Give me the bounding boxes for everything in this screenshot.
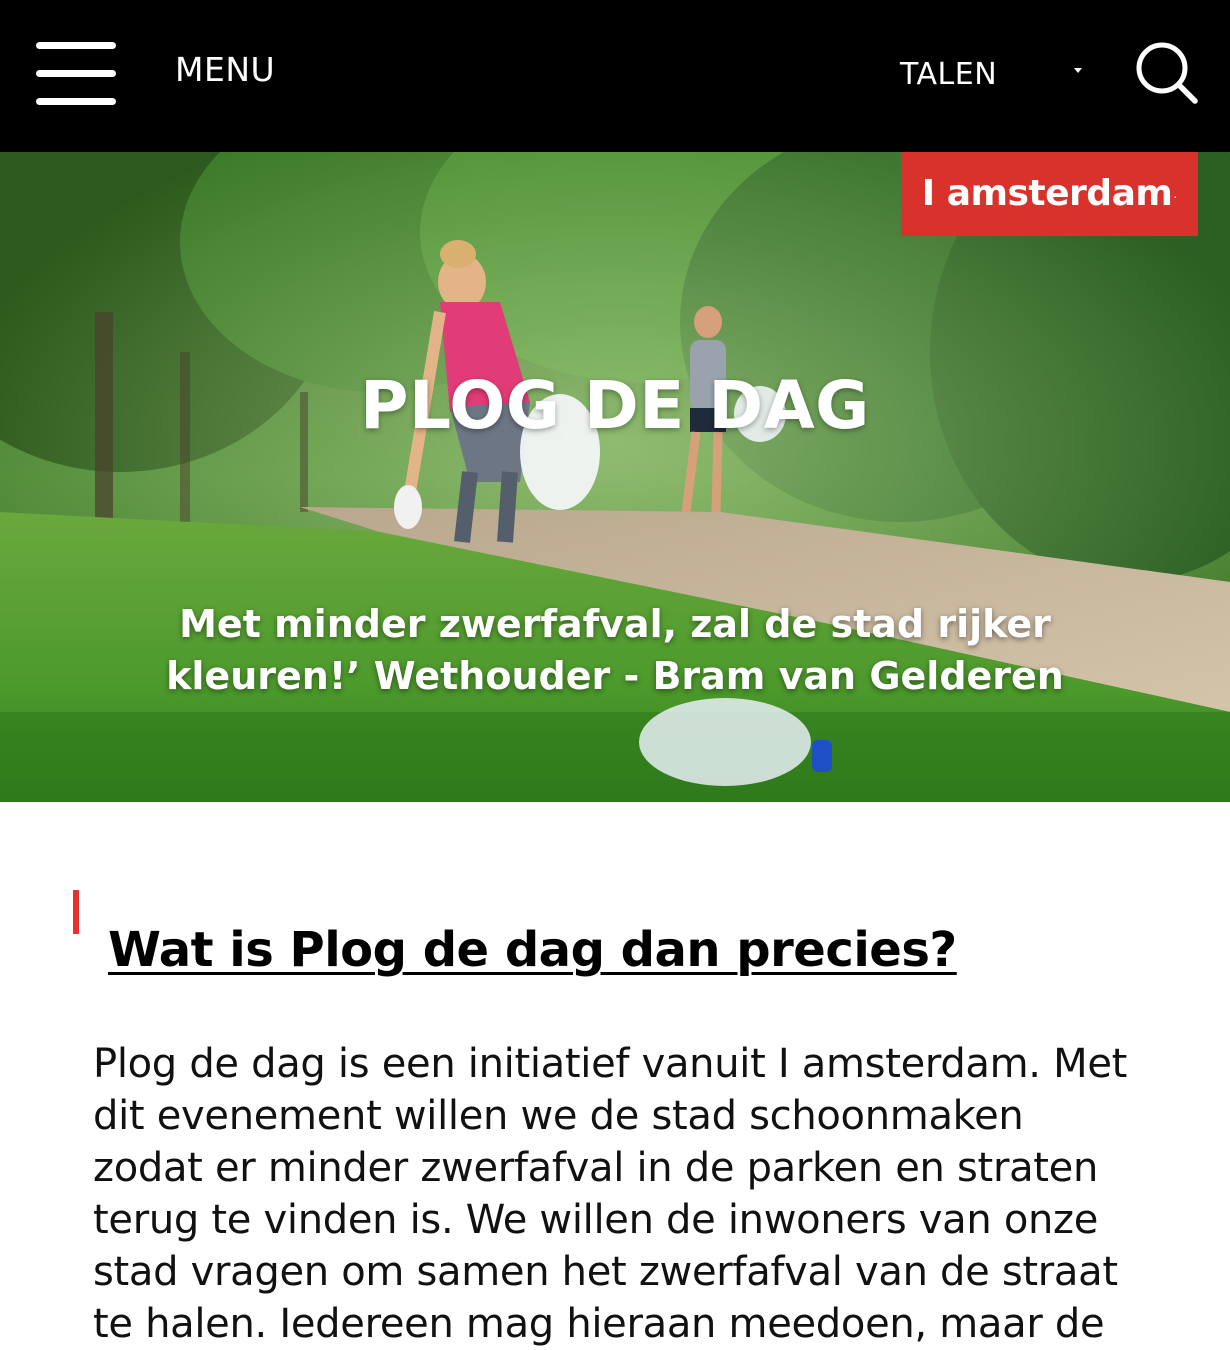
hero-background-image bbox=[0, 152, 1230, 802]
section-heading-link[interactable]: Wat is Plog de dag dan precies? bbox=[108, 918, 957, 982]
article-content: Wat is Plog de dag dan precies? Plog de … bbox=[0, 802, 1230, 1347]
i-amsterdam-logo[interactable]: I amsterdam. bbox=[901, 152, 1198, 236]
language-dropdown[interactable]: TALEN bbox=[900, 56, 1090, 96]
hamburger-line bbox=[36, 70, 116, 77]
hero-banner: I amsterdam. PLOG DE DAG Met minder zwer… bbox=[0, 152, 1230, 802]
caret-down-icon bbox=[1074, 68, 1082, 73]
brand-name: I amsterdam bbox=[921, 173, 1173, 214]
hamburger-line bbox=[36, 42, 116, 49]
hamburger-icon[interactable] bbox=[36, 42, 116, 106]
hamburger-line bbox=[36, 98, 116, 105]
top-navigation-bar: MENU TALEN bbox=[0, 0, 1230, 152]
search-icon bbox=[1136, 42, 1198, 104]
hero-title: PLOG DE DAG bbox=[360, 367, 870, 445]
article-body-text: Plog de dag is een initiatief vanuit I a… bbox=[93, 1041, 1128, 1347]
heading-accent-bar bbox=[73, 890, 79, 934]
brand-trademark: . bbox=[1173, 187, 1178, 201]
menu-button[interactable]: MENU bbox=[175, 51, 275, 89]
hero-quote: Met minder zwerfafval, zal de stad rijke… bbox=[166, 602, 1064, 698]
language-dropdown-label: TALEN bbox=[900, 57, 998, 92]
search-button[interactable] bbox=[1134, 40, 1200, 106]
